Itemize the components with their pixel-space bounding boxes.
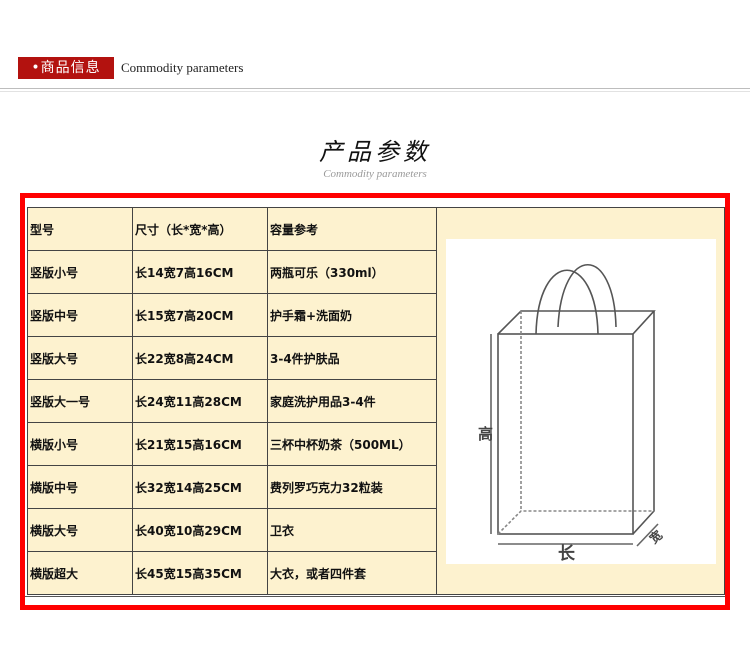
size-cell: 长45宽15高35CM [132, 551, 268, 595]
divider [0, 91, 750, 92]
size-cell: 长15宽7高20CM [132, 293, 268, 337]
capacity-cell: 两瓶可乐（330ml） [267, 250, 437, 294]
bag-handle-back [534, 268, 599, 334]
size-cell: 长21宽15高16CM [132, 422, 268, 466]
section-header: •商品信息 Commodity parameters [0, 55, 750, 89]
capacity-cell: 三杯中杯奶茶（500ML） [267, 422, 437, 466]
size-cell: 长14宽7高16CM [132, 250, 268, 294]
capacity-cell: 费列罗巧克力32粒装 [267, 465, 437, 509]
bag-diagram: 高 长 宽 [445, 238, 716, 564]
bag-hidden-edge [496, 509, 654, 535]
header-cell-size: 尺寸（长*宽*高） [132, 207, 268, 251]
size-cell: 长24宽11高28CM [132, 379, 268, 423]
section-tag: •商品信息 [18, 57, 114, 79]
size-cell: 长32宽14高25CM [132, 465, 268, 509]
bag-side-edge [631, 310, 655, 535]
model-cell: 横版小号 [27, 422, 133, 466]
capacity-cell: 护手霜+洗面奶 [267, 293, 437, 337]
bag-front-face [496, 332, 634, 535]
size-cell: 长40宽10高29CM [132, 508, 268, 552]
model-cell: 竖版大号 [27, 336, 133, 380]
parameter-frame: 型号 尺寸（长*宽*高） 容量参考 高 长 宽 竖版小号 长14宽7高16CM … [20, 193, 730, 610]
bag-handle-front [556, 263, 617, 327]
model-cell: 竖版小号 [27, 250, 133, 294]
model-cell: 横版大号 [27, 508, 133, 552]
page-subtitle: Commodity parameters [323, 168, 427, 180]
parameter-table: 型号 尺寸（长*宽*高） 容量参考 高 长 宽 竖版小号 长14宽7高16CM … [27, 207, 725, 595]
capacity-cell: 3-4件护肤品 [267, 336, 437, 380]
length-label: 长 [558, 543, 576, 564]
bag-diagram-svg: 高 长 宽 [478, 263, 665, 564]
height-label: 高 [478, 425, 493, 443]
table-bottom-border [25, 596, 725, 597]
model-cell: 竖版中号 [27, 293, 133, 337]
bag-diagram-cell: 高 长 宽 [436, 207, 725, 595]
section-tag-subtitle: Commodity parameters [121, 60, 244, 75]
divider [0, 88, 750, 89]
model-cell: 竖版大一号 [27, 379, 133, 423]
width-label: 宽 [645, 527, 665, 547]
table-header-row: 型号 尺寸（长*宽*高） 容量参考 高 长 宽 [27, 207, 725, 595]
model-cell: 横版超大 [27, 551, 133, 595]
header-cell-capacity: 容量参考 [267, 207, 437, 251]
capacity-cell: 卫衣 [267, 508, 437, 552]
model-cell: 横版中号 [27, 465, 133, 509]
page-title: 产品参数 [319, 138, 431, 166]
header-cell-model: 型号 [27, 207, 133, 251]
capacity-cell: 家庭洗护用品3-4件 [267, 379, 437, 423]
capacity-cell: 大衣，或者四件套 [267, 551, 437, 595]
size-cell: 长22宽8高24CM [132, 336, 268, 380]
